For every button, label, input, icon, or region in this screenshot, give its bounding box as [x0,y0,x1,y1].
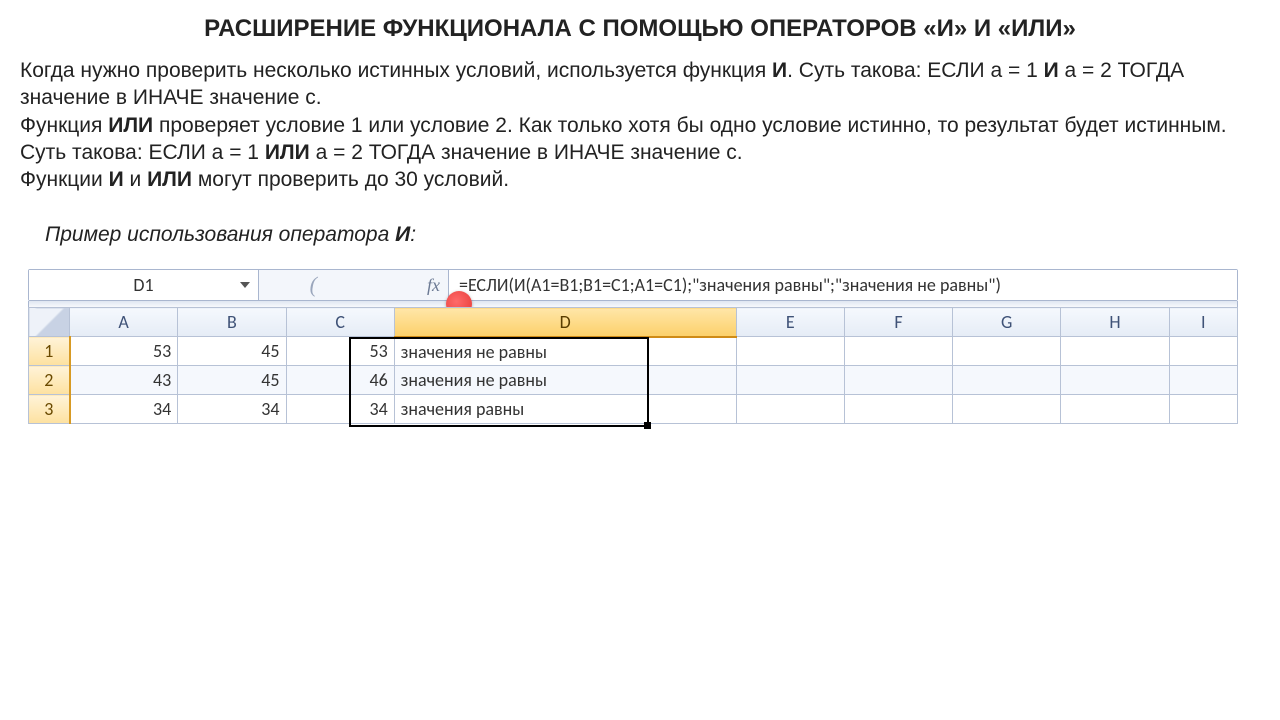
cell[interactable] [736,395,844,424]
text: Функция [20,114,108,137]
cell[interactable]: 34 [286,395,394,424]
excel-screenshot: D1 ( fx =ЕСЛИ(И(A1=B1;B1=C1;A1=C1);"знач… [28,269,1238,424]
chevron-down-icon[interactable] [240,282,250,288]
cell[interactable]: 53 [286,337,394,366]
bold: ИЛИ [265,141,310,164]
cell[interactable]: 34 [178,395,286,424]
cell[interactable] [844,366,952,395]
bold: И [772,59,787,82]
col-header[interactable]: F [844,308,952,337]
cell[interactable] [1061,366,1169,395]
cell[interactable] [844,395,952,424]
col-header[interactable]: B [178,308,286,337]
paren-icon: ( [310,272,317,298]
row-header[interactable]: 2 [29,366,70,395]
formula-value: =ЕСЛИ(И(A1=B1;B1=C1;A1=C1);"значения рав… [459,274,1001,296]
cell[interactable]: 45 [178,366,286,395]
cell[interactable] [953,366,1061,395]
col-header[interactable]: C [286,308,394,337]
fx-button[interactable]: ( fx [259,270,449,300]
bold: И [395,223,410,246]
formula-input[interactable]: =ЕСЛИ(И(A1=B1;B1=C1;A1=C1);"значения рав… [449,270,1237,300]
page-title: РАСШИРЕНИЕ ФУНКЦИОНАЛА С ПОМОЩЬЮ ОПЕРАТО… [20,15,1260,43]
cell[interactable]: 46 [286,366,394,395]
table-row: 3 34 34 34 значения равны [29,395,1238,424]
table-row: 2 43 45 46 значения не равны [29,366,1238,395]
cell[interactable]: значения не равны [394,337,736,366]
column-header-row: A B C D E F G H I [29,308,1238,337]
row-header[interactable]: 1 [29,337,70,366]
fx-label: fx [427,275,440,296]
cell[interactable] [736,366,844,395]
cell[interactable]: значения равны [394,395,736,424]
grid-wrap: A B C D E F G H I 1 53 45 53 значения [28,307,1238,424]
select-all-cell[interactable] [29,308,70,337]
cell[interactable] [1169,337,1237,366]
col-header[interactable]: I [1169,308,1237,337]
text: Функции [20,168,109,191]
col-header-selected[interactable]: D [394,308,736,337]
spreadsheet-grid[interactable]: A B C D E F G H I 1 53 45 53 значения [28,307,1238,424]
cell[interactable] [1169,395,1237,424]
col-header[interactable]: A [70,308,178,337]
cell[interactable]: значения не равны [394,366,736,395]
cell[interactable]: 43 [70,366,178,395]
bold: ИЛИ [147,168,192,191]
bold: ИЛИ [108,114,153,137]
text: и [124,168,147,191]
name-box[interactable]: D1 [29,270,259,300]
text: Когда нужно проверить несколько истинных… [20,59,772,82]
text: а = 2 ТОГДА значение в ИНАЧЕ значение с. [310,141,743,164]
cell[interactable] [953,337,1061,366]
col-header[interactable]: E [736,308,844,337]
bold: И [109,168,124,191]
col-header[interactable]: G [953,308,1061,337]
cell[interactable] [1061,395,1169,424]
formula-bar: D1 ( fx =ЕСЛИ(И(A1=B1;B1=C1;A1=C1);"знач… [28,269,1238,301]
text: : [410,223,416,246]
example-label: Пример использования оператора И: [45,223,1260,247]
cell[interactable]: 45 [178,337,286,366]
text: . Суть такова: ЕСЛИ а = 1 [787,59,1043,82]
cell[interactable]: 34 [70,395,178,424]
text: могут проверить до 30 условий. [192,168,509,191]
name-box-value: D1 [133,274,153,296]
cell[interactable] [1169,366,1237,395]
cell[interactable] [844,337,952,366]
cell[interactable] [953,395,1061,424]
bold: И [1044,59,1059,82]
cell[interactable] [736,337,844,366]
row-header[interactable]: 3 [29,395,70,424]
table-row: 1 53 45 53 значения не равны [29,337,1238,366]
cell[interactable]: 53 [70,337,178,366]
text: Пример использования оператора [45,223,395,246]
col-header[interactable]: H [1061,308,1169,337]
explanation-text: Когда нужно проверить несколько истинных… [20,57,1260,193]
cell[interactable] [1061,337,1169,366]
